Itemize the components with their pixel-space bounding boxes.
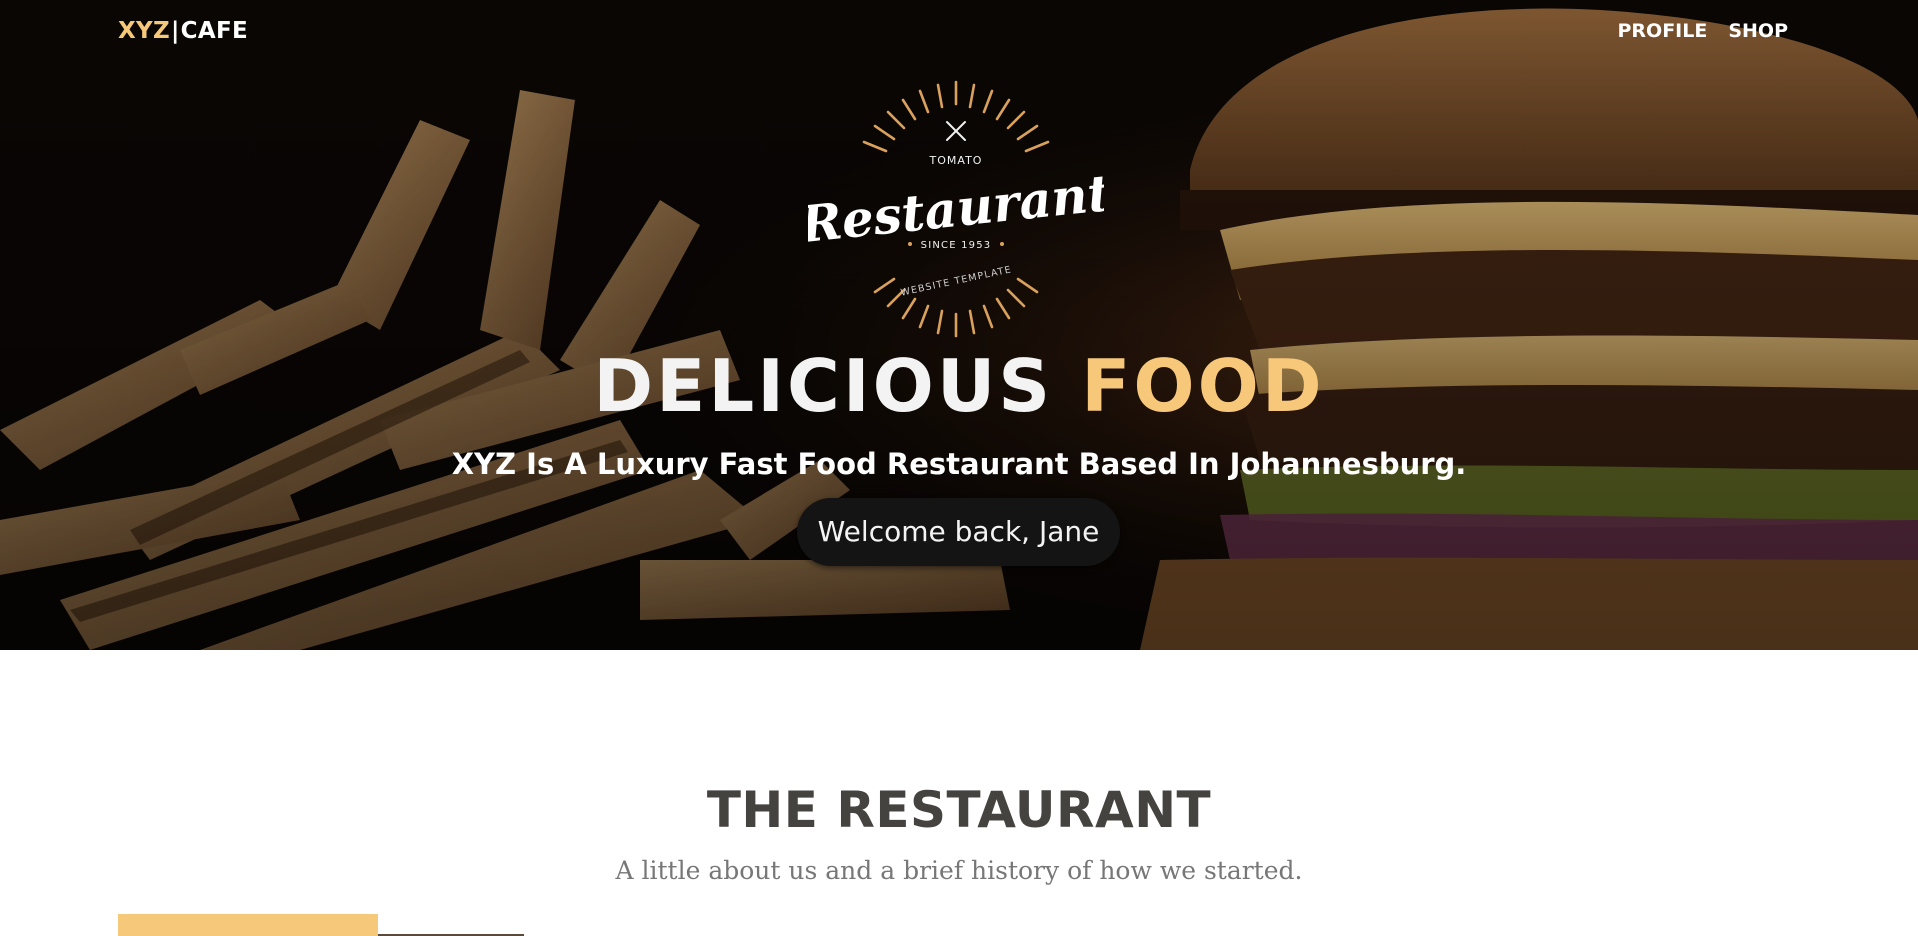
restaurant-section-subtitle: A little about us and a brief history of… bbox=[615, 856, 1303, 885]
nav-link-profile[interactable]: PROFILE bbox=[1617, 19, 1707, 43]
hero-section: XYZ|CAFE PROFILE SHOP TOMATO Restaurant … bbox=[0, 0, 1918, 650]
logo-bottom-text: WEBSITE TEMPLATE bbox=[900, 264, 1013, 298]
about-accent-block bbox=[118, 914, 378, 936]
top-navigation: XYZ|CAFE PROFILE SHOP bbox=[0, 0, 1918, 64]
hero-title: DELICIOUS FOOD bbox=[0, 338, 1918, 434]
brand-name-part2: CAFE bbox=[180, 18, 248, 44]
nav-links: PROFILE SHOP bbox=[1617, 19, 1788, 43]
brand-logo-link[interactable]: XYZ|CAFE bbox=[118, 16, 248, 46]
brand-separator: | bbox=[170, 18, 180, 44]
restaurant-logo-badge: TOMATO Restaurant SINCE 1953 WEBSITE TEM… bbox=[808, 80, 1104, 338]
welcome-badge: Welcome back, Jane bbox=[797, 498, 1120, 566]
logo-since-text: SINCE 1953 bbox=[921, 240, 992, 251]
hero-subtitle: XYZ Is A Luxury Fast Food Restaurant Bas… bbox=[451, 447, 1467, 481]
hero-title-part1: DELICIOUS bbox=[593, 344, 1054, 428]
logo-top-text: TOMATO bbox=[929, 154, 983, 167]
nav-link-shop[interactable]: SHOP bbox=[1728, 19, 1788, 43]
brand-name-part1: XYZ bbox=[118, 18, 170, 44]
restaurant-section-title: THE RESTAURANT bbox=[706, 781, 1212, 839]
hero-title-part2: FOOD bbox=[1081, 344, 1325, 428]
